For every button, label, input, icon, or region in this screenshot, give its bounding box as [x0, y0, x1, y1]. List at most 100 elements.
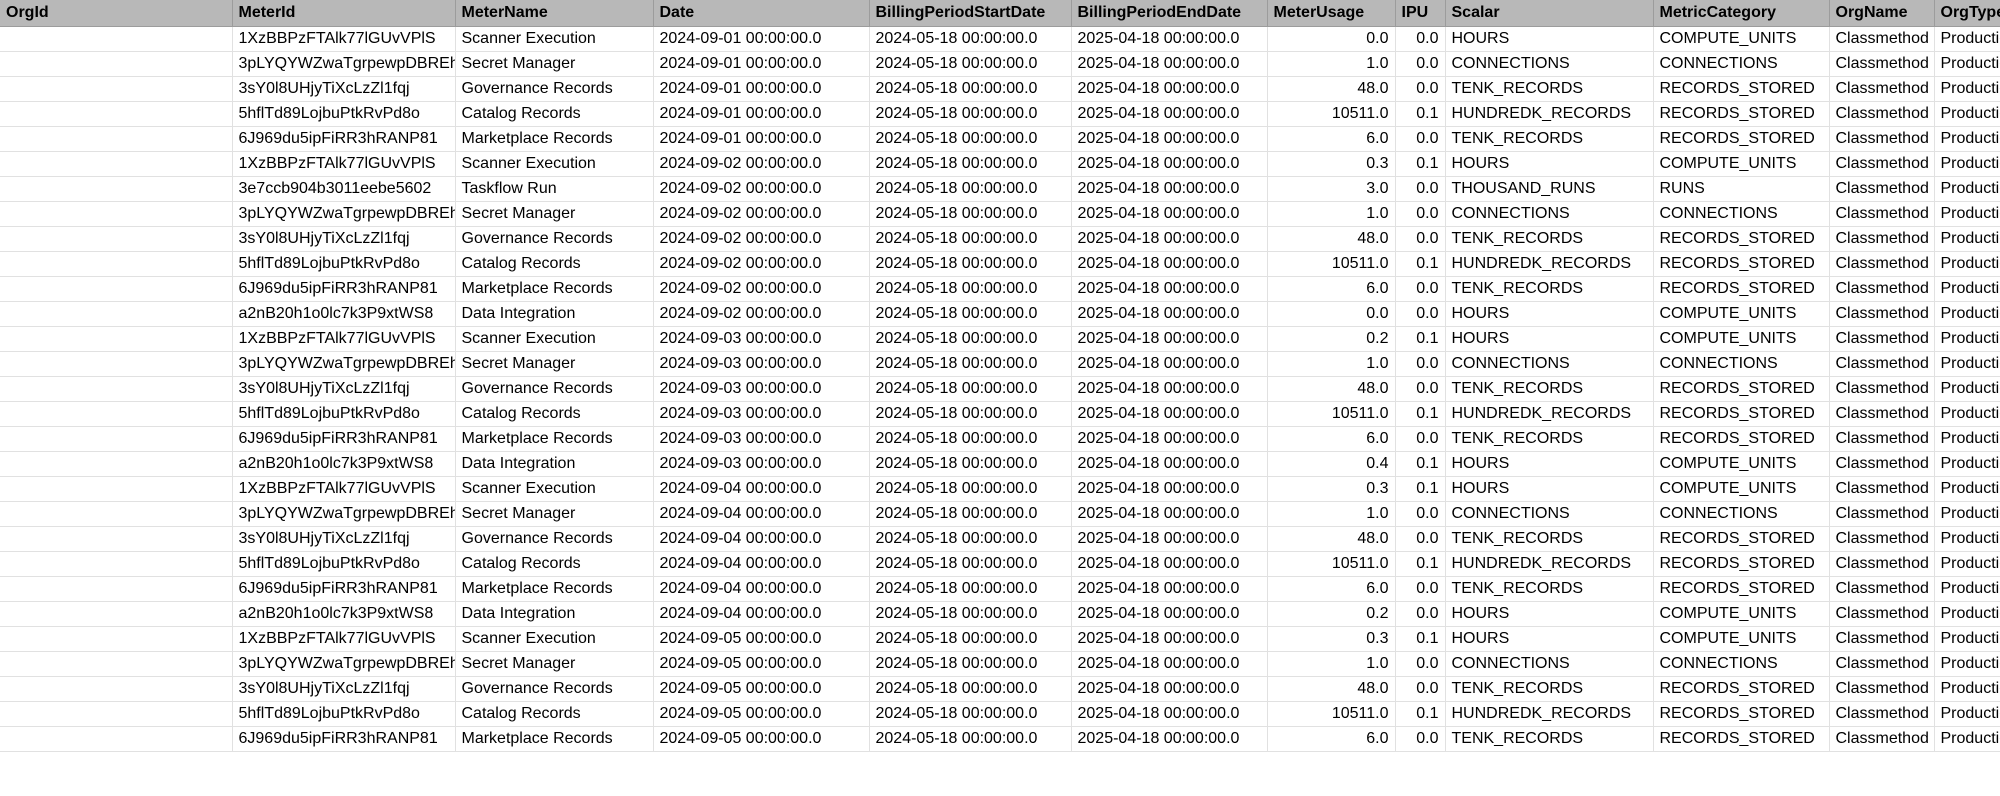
cell-ipu[interactable]: 0.1 — [1395, 402, 1445, 427]
cell-orgid[interactable] — [0, 702, 232, 727]
cell-metername[interactable]: Secret Manager — [455, 652, 653, 677]
cell-orgid[interactable] — [0, 77, 232, 102]
cell-orgname[interactable]: Classmethod — [1829, 252, 1934, 277]
column-header-orgtype[interactable]: OrgType — [1934, 0, 2000, 27]
cell-metriccategory[interactable]: CONNECTIONS — [1653, 652, 1829, 677]
cell-orgid[interactable] — [0, 602, 232, 627]
table-row[interactable]: 6J969du5ipFiRR3hRANP81Marketplace Record… — [0, 577, 2000, 602]
cell-meterid[interactable]: 5hflTd89LojbuPtkRvPd8o — [232, 102, 455, 127]
cell-orgname[interactable]: Classmethod — [1829, 702, 1934, 727]
cell-metername[interactable]: Data Integration — [455, 302, 653, 327]
cell-orgtype[interactable]: Production — [1934, 127, 2000, 152]
cell-billingperiodenddate[interactable]: 2025-04-18 00:00:00.0 — [1071, 27, 1267, 52]
cell-scalar[interactable]: CONNECTIONS — [1445, 652, 1653, 677]
cell-orgid[interactable] — [0, 502, 232, 527]
cell-date[interactable]: 2024-09-02 00:00:00.0 — [653, 277, 869, 302]
cell-scalar[interactable]: TENK_RECORDS — [1445, 127, 1653, 152]
cell-billingperiodstartdate[interactable]: 2024-05-18 00:00:00.0 — [869, 277, 1071, 302]
cell-ipu[interactable]: 0.0 — [1395, 77, 1445, 102]
cell-meterusage[interactable]: 6.0 — [1267, 277, 1395, 302]
cell-ipu[interactable]: 0.0 — [1395, 202, 1445, 227]
cell-orgname[interactable]: Classmethod — [1829, 652, 1934, 677]
cell-metriccategory[interactable]: RECORDS_STORED — [1653, 427, 1829, 452]
cell-metername[interactable]: Data Integration — [455, 452, 653, 477]
cell-meterusage[interactable]: 0.3 — [1267, 477, 1395, 502]
cell-orgid[interactable] — [0, 227, 232, 252]
cell-metriccategory[interactable]: COMPUTE_UNITS — [1653, 452, 1829, 477]
cell-date[interactable]: 2024-09-02 00:00:00.0 — [653, 252, 869, 277]
cell-orgtype[interactable]: Production — [1934, 677, 2000, 702]
cell-orgid[interactable] — [0, 727, 232, 752]
cell-billingperiodstartdate[interactable]: 2024-05-18 00:00:00.0 — [869, 202, 1071, 227]
cell-ipu[interactable]: 0.1 — [1395, 552, 1445, 577]
cell-metriccategory[interactable]: RECORDS_STORED — [1653, 527, 1829, 552]
cell-orgname[interactable]: Classmethod — [1829, 477, 1934, 502]
cell-meterusage[interactable]: 0.0 — [1267, 302, 1395, 327]
cell-meterid[interactable]: 1XzBBPzFTAlk77lGUvVPlS — [232, 27, 455, 52]
table-row[interactable]: 1XzBBPzFTAlk77lGUvVPlSScanner Execution2… — [0, 152, 2000, 177]
cell-scalar[interactable]: TENK_RECORDS — [1445, 377, 1653, 402]
column-header-metername[interactable]: MeterName — [455, 0, 653, 27]
cell-meterid[interactable]: a2nB20h1o0lc7k3P9xtWS8 — [232, 602, 455, 627]
cell-meterid[interactable]: 5hflTd89LojbuPtkRvPd8o — [232, 402, 455, 427]
cell-meterusage[interactable]: 10511.0 — [1267, 402, 1395, 427]
cell-meterid[interactable]: 3sY0l8UHjyTiXcLzZl1fqj — [232, 77, 455, 102]
cell-orgname[interactable]: Classmethod — [1829, 452, 1934, 477]
cell-orgid[interactable] — [0, 352, 232, 377]
cell-date[interactable]: 2024-09-02 00:00:00.0 — [653, 202, 869, 227]
cell-billingperiodenddate[interactable]: 2025-04-18 00:00:00.0 — [1071, 727, 1267, 752]
cell-orgname[interactable]: Classmethod — [1829, 627, 1934, 652]
cell-orgname[interactable]: Classmethod — [1829, 727, 1934, 752]
cell-orgid[interactable] — [0, 527, 232, 552]
cell-metername[interactable]: Marketplace Records — [455, 427, 653, 452]
cell-date[interactable]: 2024-09-03 00:00:00.0 — [653, 352, 869, 377]
cell-ipu[interactable]: 0.1 — [1395, 252, 1445, 277]
cell-billingperiodstartdate[interactable]: 2024-05-18 00:00:00.0 — [869, 127, 1071, 152]
cell-billingperiodenddate[interactable]: 2025-04-18 00:00:00.0 — [1071, 477, 1267, 502]
cell-meterid[interactable]: 6J969du5ipFiRR3hRANP81 — [232, 277, 455, 302]
table-row[interactable]: 5hflTd89LojbuPtkRvPd8oCatalog Records202… — [0, 102, 2000, 127]
cell-ipu[interactable]: 0.1 — [1395, 702, 1445, 727]
cell-metriccategory[interactable]: RECORDS_STORED — [1653, 277, 1829, 302]
table-row[interactable]: 5hflTd89LojbuPtkRvPd8oCatalog Records202… — [0, 702, 2000, 727]
cell-metriccategory[interactable]: CONNECTIONS — [1653, 502, 1829, 527]
cell-orgtype[interactable]: Production — [1934, 277, 2000, 302]
cell-orgid[interactable] — [0, 252, 232, 277]
cell-ipu[interactable]: 0.0 — [1395, 652, 1445, 677]
column-header-orgname[interactable]: OrgName — [1829, 0, 1934, 27]
table-row[interactable]: 3sY0l8UHjyTiXcLzZl1fqjGovernance Records… — [0, 677, 2000, 702]
cell-billingperiodstartdate[interactable]: 2024-05-18 00:00:00.0 — [869, 477, 1071, 502]
cell-billingperiodenddate[interactable]: 2025-04-18 00:00:00.0 — [1071, 677, 1267, 702]
column-header-billingperiodstartdate[interactable]: BillingPeriodStartDate — [869, 0, 1071, 27]
table-row[interactable]: 1XzBBPzFTAlk77lGUvVPlSScanner Execution2… — [0, 27, 2000, 52]
cell-date[interactable]: 2024-09-01 00:00:00.0 — [653, 27, 869, 52]
cell-billingperiodenddate[interactable]: 2025-04-18 00:00:00.0 — [1071, 352, 1267, 377]
cell-metername[interactable]: Governance Records — [455, 227, 653, 252]
cell-orgname[interactable]: Classmethod — [1829, 152, 1934, 177]
table-row[interactable]: 3pLYQYWZwaTgrpewpDBREhSecret Manager2024… — [0, 352, 2000, 377]
cell-billingperiodstartdate[interactable]: 2024-05-18 00:00:00.0 — [869, 152, 1071, 177]
table-row[interactable]: 6J969du5ipFiRR3hRANP81Marketplace Record… — [0, 727, 2000, 752]
cell-orgname[interactable]: Classmethod — [1829, 527, 1934, 552]
cell-meterusage[interactable]: 0.2 — [1267, 327, 1395, 352]
table-row[interactable]: 3sY0l8UHjyTiXcLzZl1fqjGovernance Records… — [0, 527, 2000, 552]
table-row[interactable]: 3sY0l8UHjyTiXcLzZl1fqjGovernance Records… — [0, 377, 2000, 402]
cell-metername[interactable]: Marketplace Records — [455, 727, 653, 752]
cell-meterid[interactable]: 5hflTd89LojbuPtkRvPd8o — [232, 552, 455, 577]
cell-date[interactable]: 2024-09-03 00:00:00.0 — [653, 427, 869, 452]
cell-billingperiodstartdate[interactable]: 2024-05-18 00:00:00.0 — [869, 327, 1071, 352]
cell-billingperiodstartdate[interactable]: 2024-05-18 00:00:00.0 — [869, 27, 1071, 52]
cell-billingperiodstartdate[interactable]: 2024-05-18 00:00:00.0 — [869, 627, 1071, 652]
cell-scalar[interactable]: CONNECTIONS — [1445, 52, 1653, 77]
cell-meterusage[interactable]: 10511.0 — [1267, 252, 1395, 277]
cell-meterusage[interactable]: 3.0 — [1267, 177, 1395, 202]
cell-billingperiodenddate[interactable]: 2025-04-18 00:00:00.0 — [1071, 77, 1267, 102]
table-row[interactable]: 3pLYQYWZwaTgrpewpDBREhSecret Manager2024… — [0, 502, 2000, 527]
cell-metername[interactable]: Data Integration — [455, 602, 653, 627]
cell-date[interactable]: 2024-09-04 00:00:00.0 — [653, 527, 869, 552]
cell-orgid[interactable] — [0, 452, 232, 477]
cell-metriccategory[interactable]: COMPUTE_UNITS — [1653, 302, 1829, 327]
cell-ipu[interactable]: 0.0 — [1395, 727, 1445, 752]
cell-ipu[interactable]: 0.0 — [1395, 602, 1445, 627]
cell-scalar[interactable]: HOURS — [1445, 602, 1653, 627]
